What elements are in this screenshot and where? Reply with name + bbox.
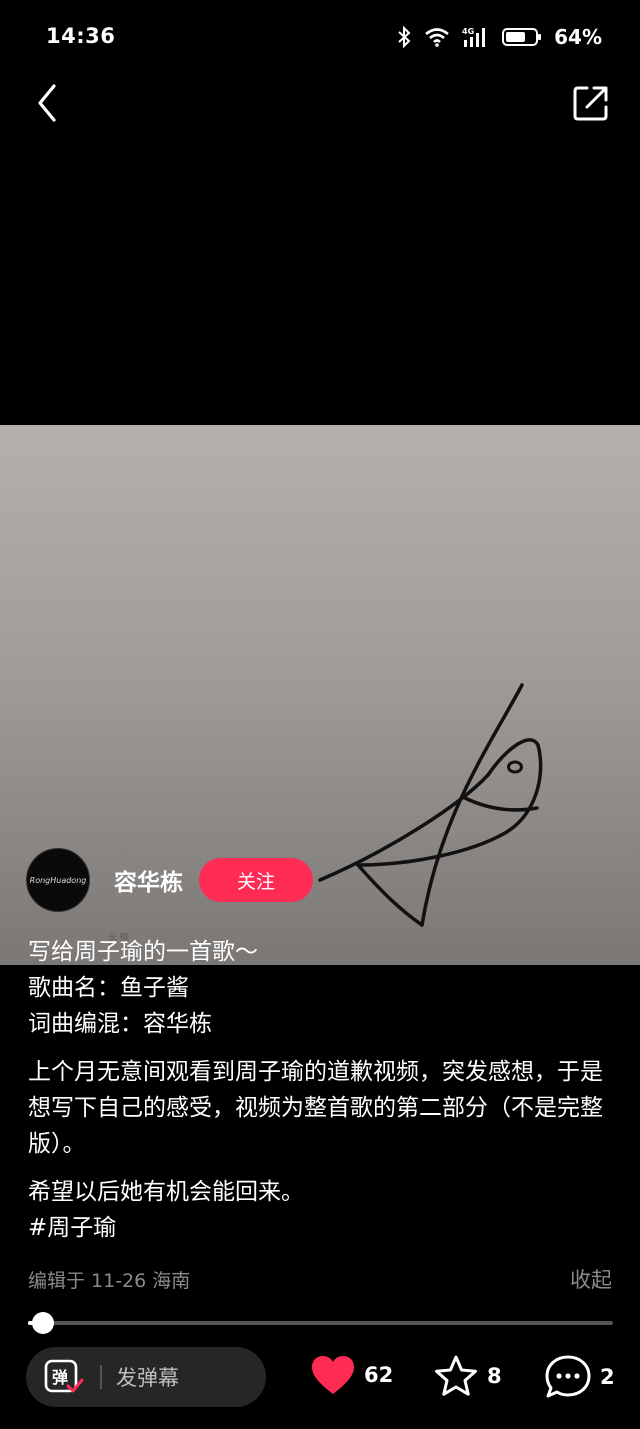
bluetooth-icon [398,26,411,48]
status-time: 14:36 [46,24,116,48]
favorite-button[interactable]: 8 [433,1354,502,1398]
chevron-left-icon [38,84,56,122]
progress-bar[interactable] [28,1312,613,1334]
like-count: 62 [364,1363,394,1387]
danmu-placeholder: 发弹幕 [116,1366,179,1390]
share-button[interactable] [570,82,612,124]
svg-text:4G: 4G [462,27,474,36]
danmu-icon-char: 弹 [52,1368,68,1387]
status-bar: 14:36 4G 64% [0,0,640,72]
comment-icon [545,1355,591,1398]
status-icons: 4G 64% [396,24,602,50]
caption-paragraph: 希望以后她有机会能回来。 [28,1179,304,1205]
share-external-icon [573,86,608,121]
progress-handle[interactable] [31,1312,54,1334]
cellular-signal-icon: 4G [462,27,486,47]
follow-button[interactable]: 关注 [199,858,313,902]
caption-line: 歌曲名：鱼子酱 [28,975,189,1001]
collapse-button[interactable]: 收起 [570,1264,612,1294]
author-name[interactable]: 容华栋 [114,863,183,897]
comment-count: 2 [600,1365,615,1389]
battery-percent: 64% [554,25,602,49]
danmu-input[interactable]: 弹 发弹幕 [26,1347,266,1407]
star-icon [435,1355,477,1396]
caption-paragraph: 上个月无意间观看到周子瑜的道歉视频，突发感想，于是想写下自己的感受，视频为整首歌… [28,1059,603,1157]
caption-line: 词曲编混：容华栋 [28,1011,212,1037]
favorite-count: 8 [487,1364,502,1388]
danmu-toggle-icon[interactable]: 弹 [44,1358,86,1396]
edit-info: 编辑于 11-26 海南 [28,1270,191,1292]
heart-icon [312,1356,354,1394]
divider [100,1365,102,1389]
comment-button[interactable]: 2 [544,1354,615,1400]
fish-drawing [318,683,543,927]
wifi-icon [425,28,449,47]
like-button[interactable]: 62 [310,1354,393,1396]
post-caption: 写给周子瑜的一首歌～ 歌曲名：鱼子酱 词曲编混：容华栋 上个月无意间观看到周子瑜… [28,934,613,1246]
author-row: RongHuadong 容华栋 关注 [26,848,313,912]
hashtag-link[interactable]: #周子瑜 [28,1210,613,1246]
bottom-action-bar: 弹 发弹幕 62 8 2 [0,1346,640,1410]
caption-line: 写给周子瑜的一首歌～ [28,939,258,965]
avatar[interactable]: RongHuadong [26,848,90,912]
back-button[interactable] [30,82,70,126]
battery-icon [502,28,542,46]
